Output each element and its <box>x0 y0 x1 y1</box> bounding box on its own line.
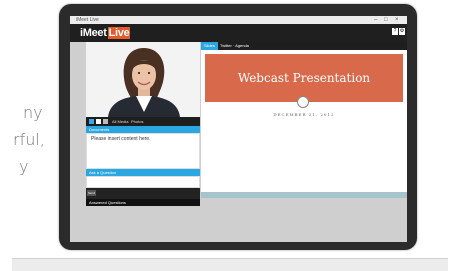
background-text-1: ny <box>23 103 43 122</box>
slide-circle-ornament <box>297 96 309 108</box>
video-tab-all-media[interactable]: All Media <box>112 117 128 126</box>
help-icon[interactable]: ? <box>392 28 398 35</box>
logo-prefix: iMeet <box>80 27 107 39</box>
tab-twitter-agenda[interactable]: Twitter · Agenda <box>217 42 252 50</box>
presenter-video <box>86 42 200 117</box>
app-header: iMeet Live ? ⚙ <box>70 24 407 42</box>
right-panel: Slides Twitter · Agenda Webcast Presenta… <box>201 42 407 242</box>
app-screen: iMeet Live – □ × iMeet Live ? ⚙ All Medi… <box>70 16 407 242</box>
answered-questions-bar[interactable]: Answered Questions <box>86 199 200 206</box>
documents-header[interactable]: Documents <box>86 126 200 133</box>
logo-suffix: Live <box>107 27 131 39</box>
video-stop-icon[interactable] <box>96 119 101 124</box>
laptop-base <box>12 258 448 271</box>
settings-icon[interactable]: ⚙ <box>399 28 405 35</box>
presentation-slide: Webcast Presentation DECEMBER 31, 2012 <box>201 50 407 192</box>
maximize-icon[interactable]: □ <box>384 16 388 24</box>
send-button[interactable]: Send <box>87 190 96 196</box>
app-logo: iMeet Live <box>80 27 131 39</box>
questions-header[interactable]: Ask a Question <box>86 169 200 176</box>
video-fullscreen-icon[interactable] <box>103 119 108 124</box>
video-toolbar: All Media Photos <box>86 117 200 126</box>
slide-date: DECEMBER 31, 2012 <box>273 112 335 117</box>
window-title: iMeet Live <box>76 17 99 23</box>
video-play-icon[interactable] <box>89 119 94 124</box>
minimize-icon[interactable]: – <box>374 16 377 24</box>
tab-slides[interactable]: Slides <box>201 42 218 50</box>
documents-content: Please insert content here. <box>86 133 200 169</box>
slide-progress-bar <box>201 192 407 198</box>
video-tab-photos[interactable]: Photos <box>131 117 143 126</box>
close-icon[interactable]: × <box>395 16 399 24</box>
main-content: All Media Photos Documents Please insert… <box>70 42 407 242</box>
presenter-image <box>86 42 200 117</box>
background-text-3: y <box>19 157 29 176</box>
question-input[interactable] <box>86 176 200 188</box>
window-titlebar: iMeet Live – □ × <box>70 16 407 24</box>
send-row: Send <box>86 188 200 199</box>
background-text-2: rful, <box>13 130 45 149</box>
tab-bar: Slides Twitter · Agenda <box>201 42 407 50</box>
slide-title: Webcast Presentation <box>237 71 371 85</box>
left-panel: All Media Photos Documents Please insert… <box>86 42 200 188</box>
